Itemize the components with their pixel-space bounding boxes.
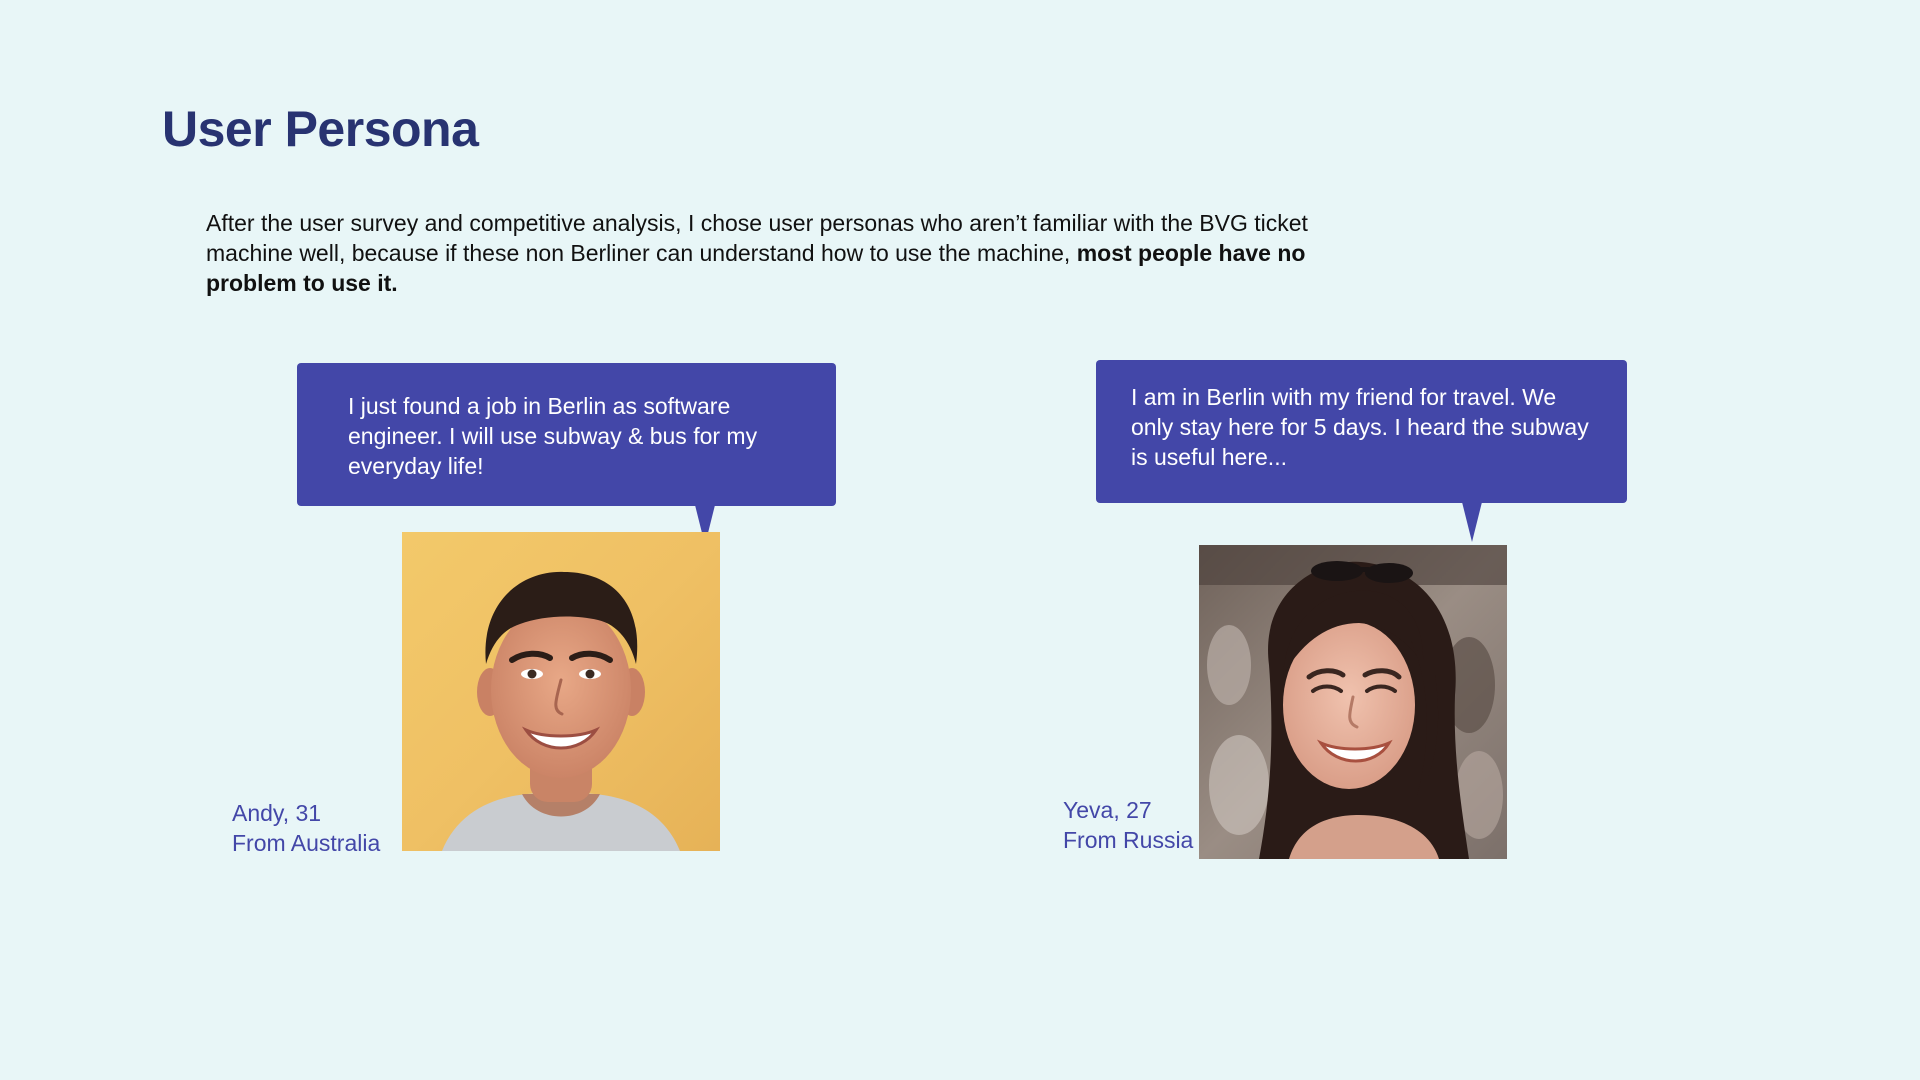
name-age-yeva: Yeva, 27 bbox=[1063, 797, 1152, 823]
speech-bubble-andy: I just found a job in Berlin as software… bbox=[297, 363, 836, 545]
origin-andy: From Australia bbox=[232, 830, 381, 856]
page-title: User Persona bbox=[162, 101, 479, 157]
speech-bubble-tail bbox=[1462, 502, 1482, 542]
origin-yeva: From Russia bbox=[1063, 827, 1194, 853]
intro-paragraph: After the user survey and competitive an… bbox=[206, 208, 1336, 298]
photo-yeva bbox=[1199, 545, 1507, 859]
photo-andy bbox=[402, 532, 720, 851]
name-age-andy: Andy, 31 bbox=[232, 800, 322, 826]
quote-yeva: I am in Berlin with my friend for travel… bbox=[1131, 384, 1589, 470]
quote-andy: I just found a job in Berlin as software… bbox=[348, 393, 758, 479]
smiling-man-portrait-icon bbox=[402, 532, 720, 851]
smiling-woman-portrait-icon bbox=[1199, 545, 1507, 859]
caption-andy: Andy, 31 From Australia bbox=[232, 798, 380, 858]
caption-yeva: Yeva, 27 From Russia bbox=[1063, 795, 1193, 855]
speech-bubble-yeva: I am in Berlin with my friend for travel… bbox=[1096, 360, 1627, 542]
persona-slide: User Persona After the user survey and c… bbox=[0, 0, 1920, 1080]
